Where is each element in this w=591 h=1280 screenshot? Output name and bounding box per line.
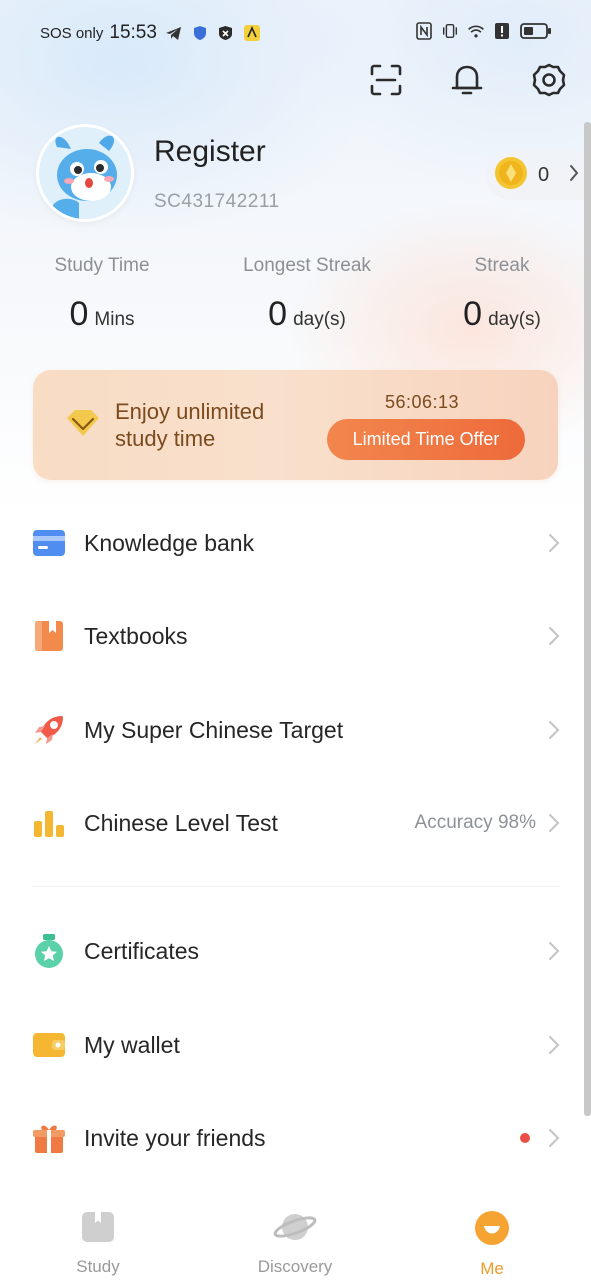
bottom-nav: Study Discovery Me bbox=[0, 1196, 591, 1280]
chevron-right-icon bbox=[549, 534, 560, 552]
premium-promo-banner[interactable]: Enjoy unlimited study time 56:06:13 Limi… bbox=[33, 370, 558, 480]
menu-label: Knowledge bank bbox=[84, 529, 255, 556]
menu-label: Invite your friends bbox=[84, 1124, 266, 1151]
book-icon bbox=[32, 619, 66, 653]
vpn-icon bbox=[217, 24, 235, 42]
book-icon bbox=[80, 1210, 116, 1249]
user-id: SC431742211 bbox=[154, 191, 280, 212]
bell-icon bbox=[450, 62, 484, 103]
tab-me[interactable]: Me bbox=[432, 1210, 552, 1279]
carrier-text: SOS only bbox=[40, 24, 104, 42]
diamond-icon bbox=[65, 408, 101, 443]
menu-label: Textbooks bbox=[84, 622, 188, 649]
medal-icon bbox=[32, 934, 66, 968]
tab-discovery[interactable]: Discovery bbox=[235, 1210, 355, 1277]
nav-label: Discovery bbox=[257, 1257, 333, 1276]
avatar[interactable] bbox=[36, 124, 134, 222]
shield-icon bbox=[191, 24, 209, 42]
notifications-button[interactable] bbox=[445, 60, 489, 104]
menu-item-level-test[interactable]: Chinese Level Test Accuracy 98% bbox=[32, 793, 560, 853]
menu-label: Chinese Level Test bbox=[84, 809, 278, 836]
scan-icon bbox=[369, 63, 403, 102]
chevron-right-icon bbox=[549, 1036, 560, 1054]
scrollbar[interactable] bbox=[584, 122, 591, 1116]
stat-unit: Mins bbox=[94, 309, 135, 330]
chevron-right-icon bbox=[549, 942, 560, 960]
smiley-icon bbox=[474, 1210, 510, 1251]
settings-button[interactable] bbox=[527, 60, 571, 104]
menu-item-knowledge-bank[interactable]: Knowledge bank bbox=[32, 513, 560, 573]
limited-time-offer-button[interactable]: Limited Time Offer bbox=[327, 419, 525, 460]
telegram-icon bbox=[165, 24, 183, 42]
menu-label: My wallet bbox=[84, 1031, 180, 1058]
stat-study-time: Study Time 0 Mins bbox=[12, 255, 192, 334]
menu-item-invite-friends[interactable]: Invite your friends bbox=[32, 1108, 560, 1168]
coin-icon bbox=[494, 156, 528, 195]
stat-value: 0 bbox=[69, 295, 89, 333]
stat-longest-streak: Longest Streak 0 day(s) bbox=[217, 255, 397, 334]
section-divider bbox=[32, 886, 560, 887]
stat-value: 0 bbox=[268, 295, 288, 333]
nav-label: Study bbox=[76, 1257, 120, 1276]
stat-unit: day(s) bbox=[293, 309, 346, 330]
wallet-icon bbox=[32, 1028, 66, 1062]
menu-item-target[interactable]: My Super Chinese Target bbox=[32, 700, 560, 760]
stat-streak: Streak 0 day(s) bbox=[412, 255, 591, 334]
gift-icon bbox=[32, 1121, 66, 1155]
card-icon bbox=[32, 526, 66, 560]
menu-label: My Super Chinese Target bbox=[84, 716, 344, 743]
scan-button[interactable] bbox=[364, 60, 408, 104]
stat-label: Study Time bbox=[54, 255, 150, 276]
rocket-icon bbox=[32, 713, 66, 747]
username[interactable]: Register bbox=[154, 135, 266, 169]
promo-text: Enjoy unlimited study time bbox=[115, 399, 265, 451]
tab-study[interactable]: Study bbox=[38, 1210, 158, 1277]
coin-balance-button[interactable]: 0 bbox=[486, 150, 591, 200]
nav-label: Me bbox=[480, 1259, 504, 1278]
chevron-right-icon bbox=[549, 814, 560, 832]
gear-icon bbox=[531, 62, 567, 103]
chevron-right-icon bbox=[569, 164, 579, 187]
vibrate-icon bbox=[441, 22, 459, 40]
bunny-mascot-icon bbox=[39, 127, 131, 219]
battery-icon bbox=[519, 22, 553, 40]
status-bar: SOS only 15:53 bbox=[0, 0, 591, 66]
notification-dot bbox=[520, 1133, 530, 1143]
menu-label: Certificates bbox=[84, 937, 200, 964]
stat-unit: day(s) bbox=[488, 309, 541, 330]
chevron-right-icon bbox=[549, 1129, 560, 1147]
stat-label: Streak bbox=[474, 255, 530, 276]
coin-count: 0 bbox=[538, 163, 550, 186]
planet-icon bbox=[273, 1210, 317, 1249]
accuracy-value: Accuracy 98% bbox=[414, 812, 536, 833]
nfc-icon bbox=[415, 22, 433, 40]
chevron-right-icon bbox=[549, 721, 560, 739]
stat-value: 0 bbox=[463, 295, 483, 333]
bar-chart-icon bbox=[32, 806, 66, 840]
promo-countdown: 56:06:13 bbox=[385, 392, 460, 412]
app-notification-icon bbox=[243, 24, 261, 42]
menu-item-certificates[interactable]: Certificates bbox=[32, 921, 560, 981]
wifi-icon bbox=[467, 22, 485, 40]
alert-icon bbox=[493, 22, 511, 40]
menu-item-wallet[interactable]: My wallet bbox=[32, 1015, 560, 1075]
chevron-right-icon bbox=[549, 627, 560, 645]
clock-text: 15:53 bbox=[109, 22, 157, 43]
menu-item-textbooks[interactable]: Textbooks bbox=[32, 606, 560, 666]
stat-label: Longest Streak bbox=[243, 255, 371, 276]
